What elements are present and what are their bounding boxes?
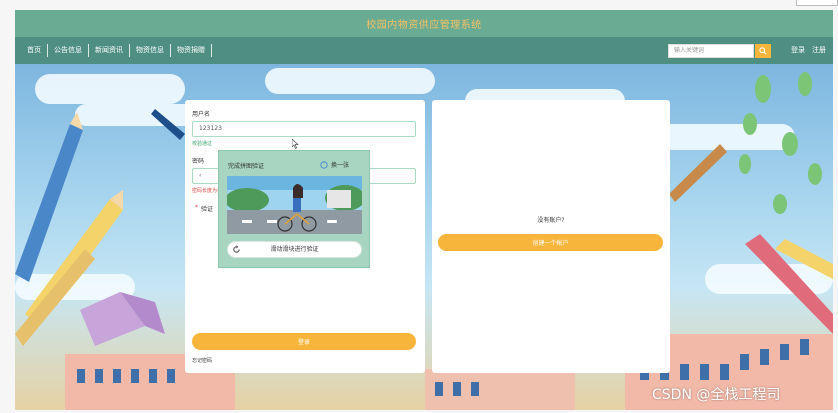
create-account-button[interactable]: 创建一个帐户	[438, 234, 663, 251]
mouse-cursor-icon	[292, 139, 299, 149]
web-page: 校园内物资供应管理系统 首页 公告信息 新闻资讯 物资信息 物资捐赠 输入关键词…	[15, 10, 833, 410]
site-title-bar: 校园内物资供应管理系统	[15, 10, 833, 37]
search-button[interactable]	[755, 44, 771, 58]
nav-item-supplies[interactable]: 物资信息	[130, 37, 170, 64]
nav-item-home[interactable]: 首页	[21, 37, 47, 64]
captcha-slider-track[interactable]: 滑动滑块进行验证	[227, 241, 362, 258]
login-submit-button[interactable]: 登录	[192, 333, 416, 350]
csdn-watermark: CSDN @全栈工程司	[652, 387, 781, 403]
register-link[interactable]: 注册	[812, 37, 826, 64]
window-edge	[796, 0, 838, 6]
forgot-password-link[interactable]: 忘记密码	[192, 357, 212, 364]
puzzle-captcha-popup: 完成拼图验证 换一张 滑动滑块进行验证	[218, 150, 370, 268]
captcha-slider-hint: 滑动滑块进行验证	[270, 246, 319, 253]
captcha-refresh-label: 换一张	[331, 162, 350, 169]
no-account-prompt: 没有账户?	[537, 217, 565, 224]
search-input[interactable]: 输入关键词	[668, 44, 754, 58]
required-mark: *	[195, 204, 198, 211]
username-label: 用户名	[192, 111, 211, 118]
refresh-icon	[320, 160, 328, 169]
login-link[interactable]: 登录	[791, 37, 805, 64]
nav-divider	[211, 44, 212, 57]
captcha-puzzle-image[interactable]	[227, 176, 362, 234]
captcha-title: 完成拼图验证	[228, 163, 265, 170]
nav-item-news[interactable]: 新闻资讯	[89, 37, 129, 64]
captcha-label: 验证	[201, 206, 214, 213]
nav-item-donations[interactable]: 物资捐赠	[171, 37, 211, 64]
password-label: 密码	[192, 158, 205, 165]
screenshot-frame: 校园内物资供应管理系统 首页 公告信息 新闻资讯 物资信息 物资捐赠 输入关键词…	[0, 0, 838, 413]
nav-item-announcements[interactable]: 公告信息	[48, 37, 88, 64]
username-validation-message: 校验通过	[192, 141, 213, 147]
captcha-refresh-button[interactable]: 换一张	[320, 160, 349, 169]
username-field[interactable]: 123123	[192, 121, 416, 137]
search-icon	[759, 47, 767, 55]
site-title: 校园内物资供应管理系统	[366, 20, 482, 31]
main-nav: 首页 公告信息 新闻资讯 物资信息 物资捐赠 输入关键词 登录 注册	[15, 37, 833, 64]
